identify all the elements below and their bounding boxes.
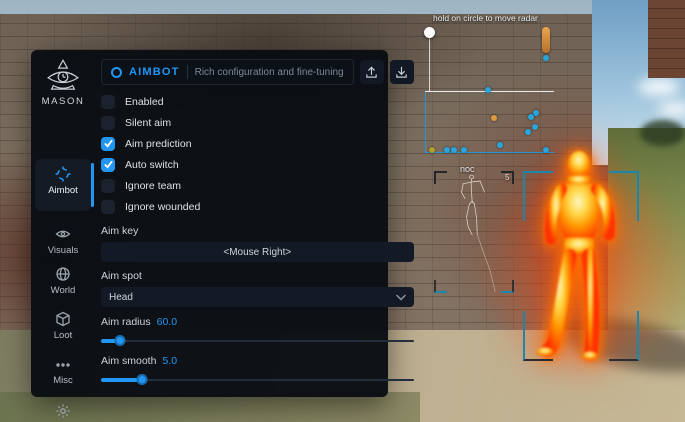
checkbox-aim-prediction[interactable]: Aim prediction bbox=[101, 133, 414, 154]
trees bbox=[640, 120, 685, 146]
section-title: AIMBOT bbox=[129, 66, 180, 78]
radar-dot-blue bbox=[461, 147, 467, 153]
export-config-button[interactable] bbox=[360, 60, 384, 84]
sidebar-item-label: Loot bbox=[54, 330, 73, 341]
globe-icon bbox=[55, 266, 71, 282]
checkbox-label: Aim prediction bbox=[125, 138, 192, 150]
radar-dot-blue bbox=[444, 147, 450, 153]
radar-dot-blue bbox=[543, 147, 549, 153]
radar-drag-handle[interactable] bbox=[424, 27, 435, 38]
aimbot-ring-icon bbox=[111, 67, 122, 78]
aim-spot-value: Head bbox=[109, 292, 396, 303]
slider-handle[interactable] bbox=[114, 335, 125, 346]
cheat-menu-window: MASON Aimbot Visuals World bbox=[31, 50, 388, 397]
chevron-down-icon bbox=[396, 294, 406, 301]
aim-spot-dropdown[interactable]: Head bbox=[101, 287, 414, 307]
slider-track bbox=[101, 379, 414, 381]
checkbox-icon bbox=[101, 137, 115, 151]
radar-dot-blue bbox=[543, 55, 549, 61]
checkbox-label: Silent aim bbox=[125, 117, 171, 129]
sidebar-item-label: Visuals bbox=[48, 245, 78, 256]
sidebar-item-settings[interactable]: Settings bbox=[31, 403, 95, 422]
checkbox-icon bbox=[101, 158, 115, 172]
aim-smooth-value: 5.0 bbox=[162, 355, 177, 367]
gear-icon bbox=[55, 403, 71, 419]
menu-content: AIMBOT Rich configuration and fine-tunin… bbox=[95, 50, 427, 397]
checkbox-auto-switch[interactable]: Auto switch bbox=[101, 154, 414, 175]
sidebar-item-label: World bbox=[51, 285, 76, 296]
eye-icon bbox=[55, 226, 71, 242]
aim-key-label: Aim key bbox=[101, 225, 414, 237]
radar-hint-text: hold on circle to move radar bbox=[433, 13, 538, 23]
import-config-button[interactable] bbox=[390, 60, 414, 84]
aim-radius-value: 60.0 bbox=[157, 316, 177, 328]
checkbox-icon bbox=[101, 179, 115, 193]
upload-icon bbox=[365, 66, 378, 79]
sidebar-item-label: Misc bbox=[53, 375, 73, 386]
radar-dot-blue bbox=[485, 87, 491, 93]
radar-dot-orange bbox=[491, 115, 497, 121]
sidebar: MASON Aimbot Visuals World bbox=[31, 50, 95, 397]
orange-marker-pin bbox=[542, 27, 550, 53]
sidebar-item-aimbot[interactable]: Aimbot bbox=[31, 166, 95, 196]
checkbox-icon bbox=[101, 200, 115, 214]
player-box-corner bbox=[609, 311, 639, 361]
checkbox-icon bbox=[101, 95, 115, 109]
aim-spot-label: Aim spot bbox=[101, 270, 414, 282]
aim-smooth-label: Aim smooth bbox=[101, 355, 156, 367]
player-box-corner bbox=[523, 311, 553, 361]
checkbox-ignore-wounded[interactable]: Ignore wounded bbox=[101, 196, 414, 217]
checkbox-enabled[interactable]: Enabled bbox=[101, 91, 414, 112]
player-box-corner bbox=[523, 171, 553, 221]
radar-dot-blue bbox=[525, 129, 531, 135]
brand-name: MASON bbox=[42, 96, 85, 107]
section-header: AIMBOT Rich configuration and fine-tunin… bbox=[101, 59, 354, 85]
radar-dot-blue bbox=[533, 110, 539, 116]
checkbox-silent-aim[interactable]: Silent aim bbox=[101, 112, 414, 133]
brand: MASON bbox=[31, 58, 95, 107]
slider-track bbox=[101, 340, 414, 342]
sidebar-item-world[interactable]: World bbox=[31, 266, 95, 296]
radar-panel[interactable] bbox=[425, 92, 554, 153]
radar-dot-blue bbox=[451, 147, 457, 153]
cloud bbox=[658, 102, 685, 116]
loot-box-icon bbox=[55, 311, 71, 327]
radar-dot-blue bbox=[497, 142, 503, 148]
skeleton-esp bbox=[430, 172, 525, 392]
aim-radius-slider[interactable] bbox=[101, 335, 414, 346]
sidebar-item-visuals[interactable]: Visuals bbox=[31, 226, 95, 256]
sidebar-item-misc[interactable]: Misc bbox=[31, 358, 95, 386]
player-box-corner bbox=[609, 171, 639, 221]
header-divider bbox=[187, 65, 188, 79]
checkbox-label: Auto switch bbox=[125, 159, 179, 171]
slider-handle[interactable] bbox=[136, 374, 147, 385]
sidebar-item-loot[interactable]: Loot bbox=[31, 311, 95, 341]
aim-radius-label: Aim radius bbox=[101, 316, 151, 328]
checkbox-label: Enabled bbox=[125, 96, 164, 108]
game-screen: hold on circle to move radar noc 5 bbox=[0, 0, 685, 422]
brick-pillar bbox=[648, 0, 685, 78]
cloud bbox=[638, 78, 680, 96]
checkbox-icon bbox=[101, 116, 115, 130]
radar-dot-yellow bbox=[429, 147, 435, 153]
radar-dot-blue bbox=[528, 114, 534, 120]
radar-dot-blue bbox=[532, 124, 538, 130]
checkbox-list: Enabled Silent aim Aim prediction Auto s… bbox=[101, 91, 414, 217]
section-subtitle: Rich configuration and fine-tuning bbox=[195, 67, 344, 78]
aim-smooth-slider[interactable] bbox=[101, 374, 414, 385]
radar-handle-line bbox=[429, 37, 430, 92]
checkbox-label: Ignore wounded bbox=[125, 201, 200, 213]
mason-logo-icon bbox=[42, 58, 84, 94]
checkbox-label: Ignore team bbox=[125, 180, 181, 192]
sidebar-item-label: Aimbot bbox=[48, 185, 78, 196]
checkbox-ignore-team[interactable]: Ignore team bbox=[101, 175, 414, 196]
download-icon bbox=[395, 66, 408, 79]
crosshair-icon bbox=[55, 166, 71, 182]
aim-key-button[interactable]: <Mouse Right> bbox=[101, 242, 414, 262]
ellipsis-icon bbox=[55, 358, 71, 372]
